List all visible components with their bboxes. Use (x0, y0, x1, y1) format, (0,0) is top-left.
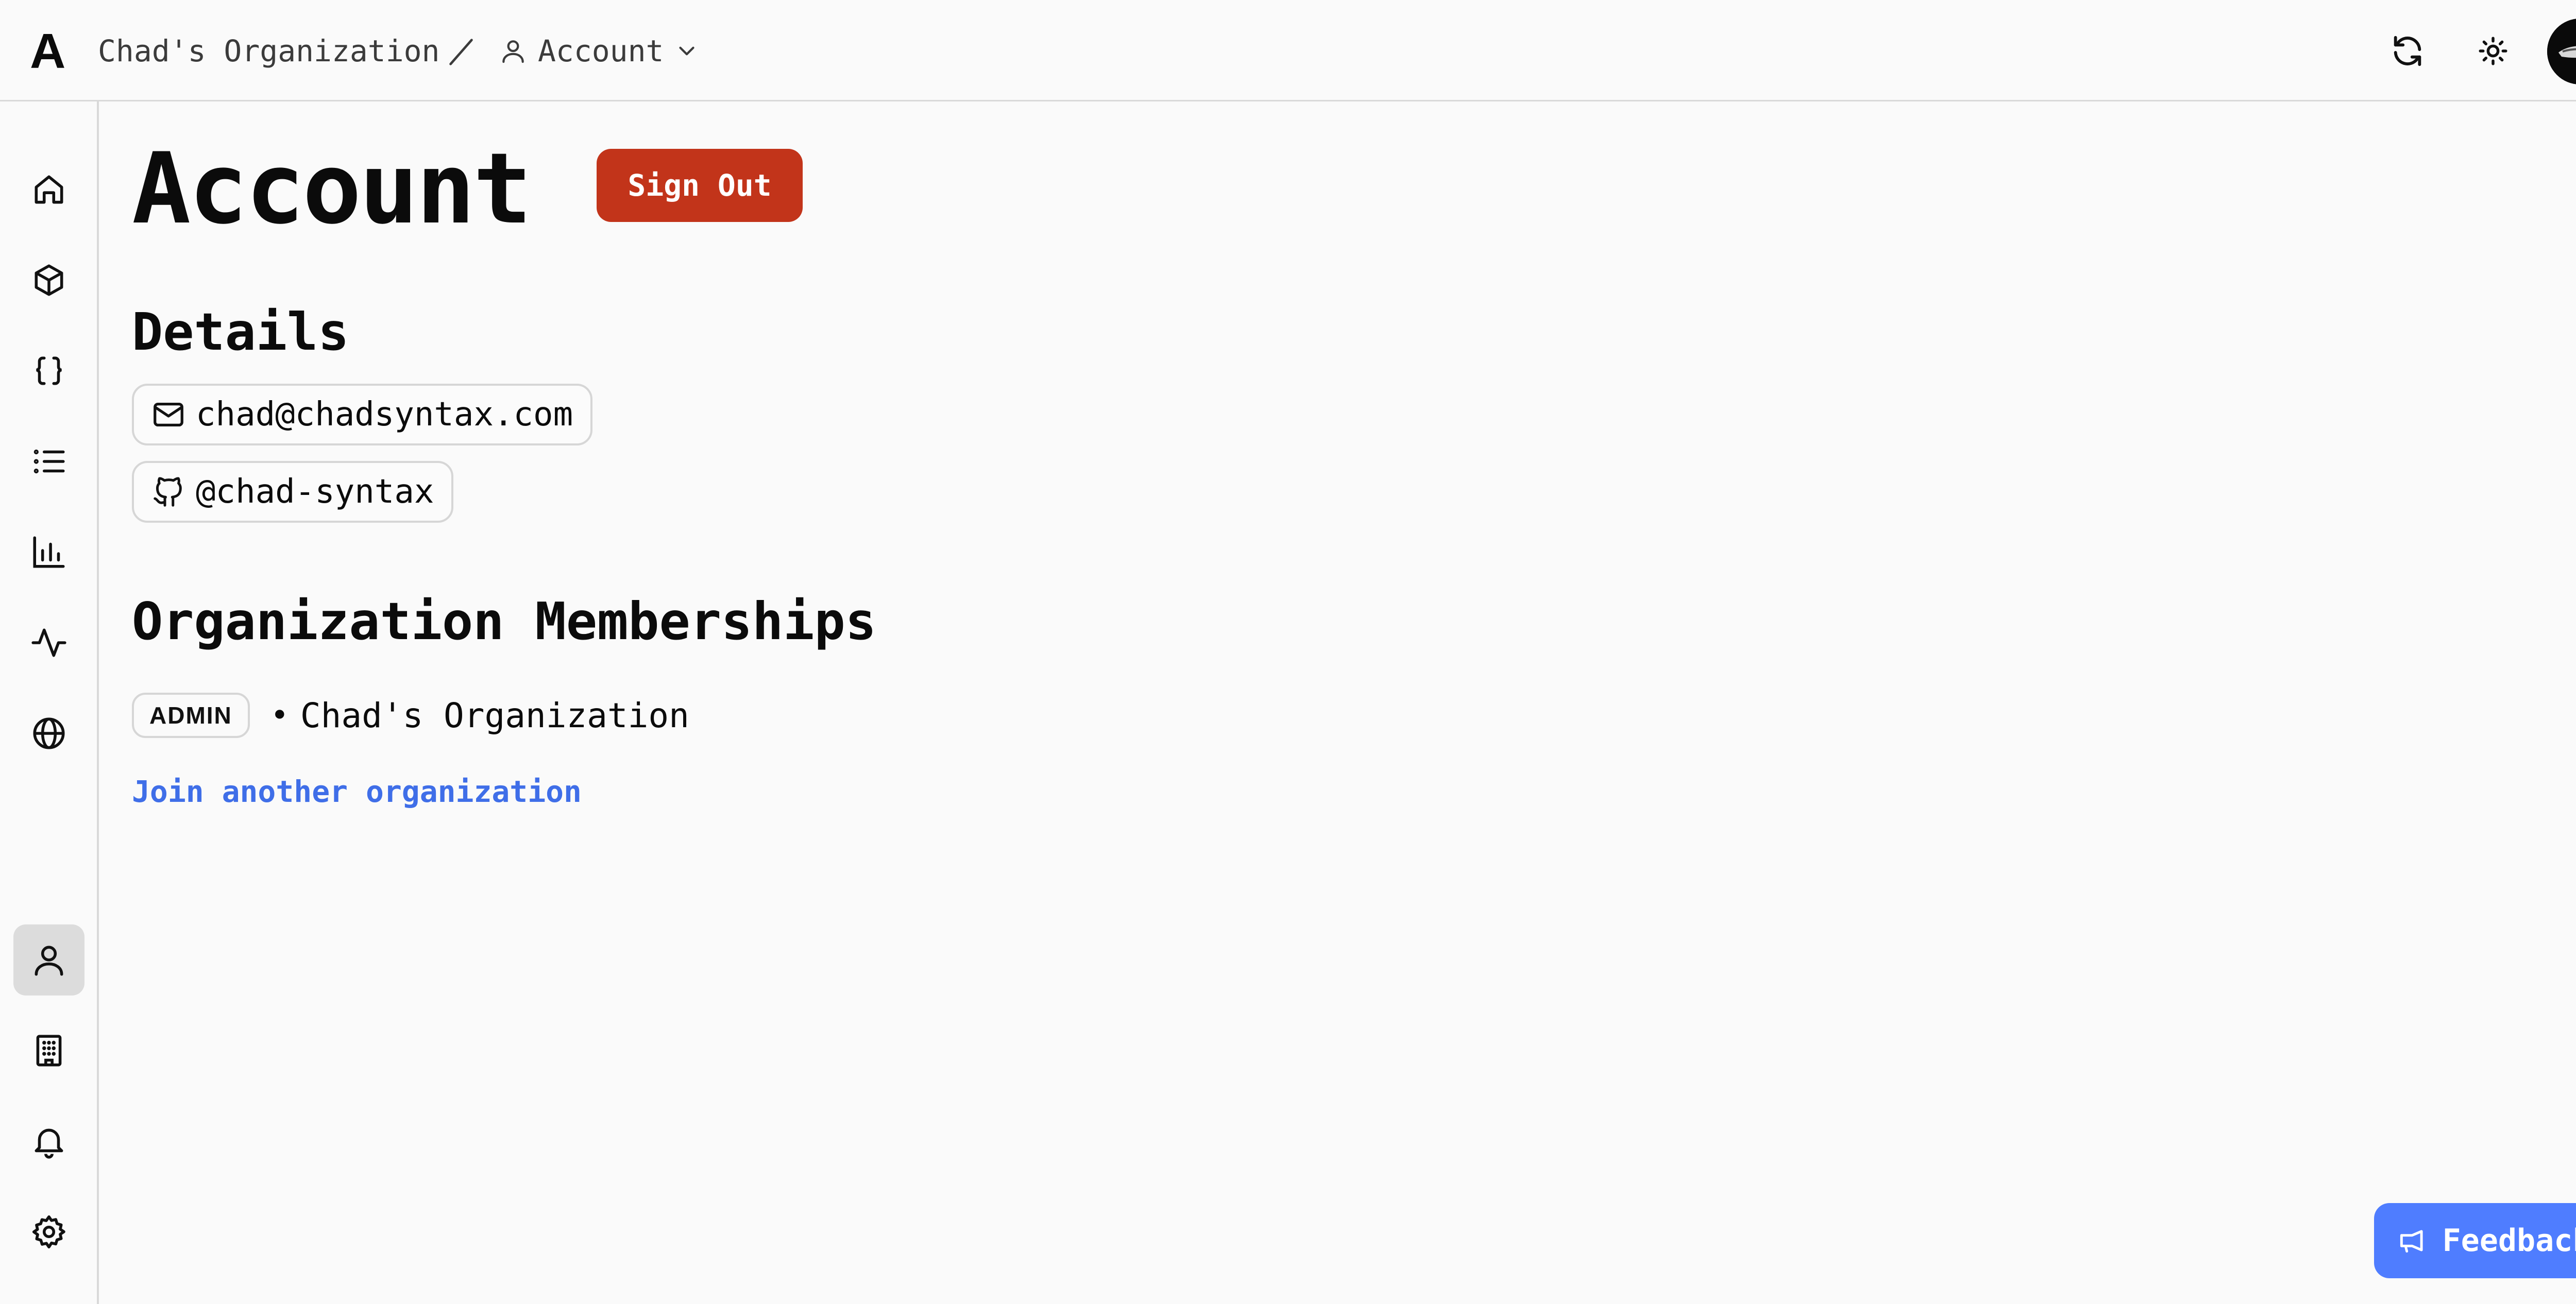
sidebar-item-packages[interactable] (13, 245, 84, 316)
breadcrumb-separator-icon (449, 39, 473, 65)
cube-icon (35, 264, 63, 296)
email-chip: chad@chadsyntax.com (132, 384, 593, 445)
bell-icon (35, 1128, 63, 1159)
main-content: Account Sign Out Details chad@chadsyntax… (101, 101, 2576, 1304)
sidebar-item-activity[interactable] (13, 607, 84, 678)
page-title: Account (132, 132, 532, 246)
sign-out-button[interactable]: Sign Out (597, 149, 803, 222)
feedback-label: Feedback (2442, 1223, 2576, 1259)
membership-row: ADMIN • Chad's Organization (132, 693, 689, 738)
chevron-down-icon (679, 46, 695, 56)
globe-icon (33, 717, 65, 749)
github-handle: @chad-syntax (196, 473, 434, 511)
role-badge: ADMIN (132, 693, 250, 738)
sidebar-item-organization[interactable] (13, 1015, 84, 1086)
refresh-icon (2394, 36, 2421, 66)
feedback-button[interactable]: Feedback (2374, 1203, 2576, 1278)
sidebar-item-globe[interactable] (13, 698, 84, 769)
breadcrumb-organization[interactable]: Chad's Organization (98, 32, 439, 70)
braces-icon (36, 356, 62, 385)
list-icon (33, 449, 65, 474)
theme-toggle-button[interactable] (2470, 28, 2516, 74)
sidebar-item-list[interactable] (13, 426, 84, 497)
memberships-heading: Organization Memberships (132, 591, 876, 651)
email-value: chad@chadsyntax.com (196, 396, 573, 434)
sidebar-item-settings[interactable] (13, 1196, 84, 1267)
github-icon (154, 477, 182, 507)
breadcrumb-account-label: Account (538, 33, 664, 68)
building-icon (36, 1035, 62, 1067)
breadcrumb-org-label: Chad's Organization (98, 33, 440, 68)
activity-icon (31, 628, 66, 657)
sidebar-item-home[interactable] (13, 154, 84, 225)
join-organization-link[interactable]: Join another organization (132, 774, 582, 809)
app-logo[interactable]: A (30, 27, 65, 76)
refresh-button[interactable] (2384, 28, 2431, 74)
sidebar-item-code[interactable] (13, 335, 84, 406)
mail-icon (154, 402, 183, 427)
github-chip: @chad-syntax (132, 461, 454, 523)
avatar[interactable] (2547, 19, 2576, 84)
sidebar-item-account[interactable] (13, 924, 84, 996)
sidebar-item-analytics[interactable] (13, 517, 84, 588)
sidebar-item-notifications[interactable] (13, 1106, 84, 1177)
home-icon (35, 175, 63, 204)
sidebar (0, 101, 99, 1304)
details-heading: Details (132, 302, 349, 362)
avatar-image (2547, 19, 2576, 84)
top-bar: A Chad's Organization Account (0, 0, 2576, 101)
gear-icon (32, 1215, 65, 1249)
sun-icon (2479, 37, 2507, 65)
user-icon (35, 946, 63, 976)
membership-org-name: Chad's Organization (300, 695, 689, 735)
megaphone-icon (2400, 1230, 2423, 1253)
bar-chart-icon (33, 536, 65, 568)
bullet-separator: • (270, 697, 289, 733)
user-icon (502, 40, 524, 63)
breadcrumb-account-dropdown[interactable]: Account (499, 32, 700, 70)
